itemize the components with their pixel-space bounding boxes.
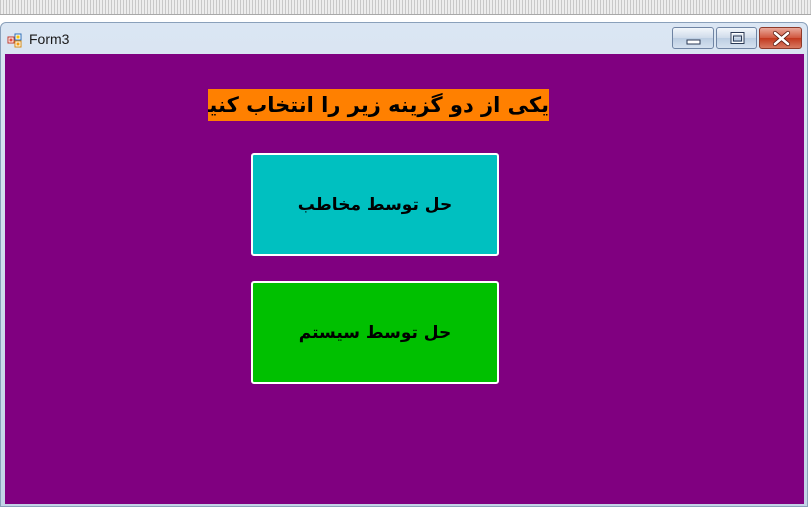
background-window-edge [0,0,811,15]
close-button[interactable] [759,27,802,49]
winforms-app-icon[interactable] [7,32,23,48]
solve-by-system-button[interactable]: حل توسط سیستم [251,281,499,384]
maximize-icon [730,32,745,44]
minimize-icon [686,39,701,45]
solve-by-user-button[interactable]: حل توسط مخاطب [251,153,499,256]
screen: Form3 یکی از دو گزینه زیر را انتخاب کنید… [0,0,811,507]
form3-window: Form3 یکی از دو گزینه زیر را انتخاب کنید… [0,22,808,507]
close-icon [772,30,791,47]
form-client-area: یکی از دو گزینه زیر را انتخاب کنید حل تو… [5,54,804,504]
maximize-button[interactable] [716,27,757,49]
window-title: Form3 [29,31,70,47]
minimize-button[interactable] [672,27,714,49]
instruction-label: یکی از دو گزینه زیر را انتخاب کنید [208,89,549,121]
title-bar[interactable]: Form3 [1,23,807,54]
